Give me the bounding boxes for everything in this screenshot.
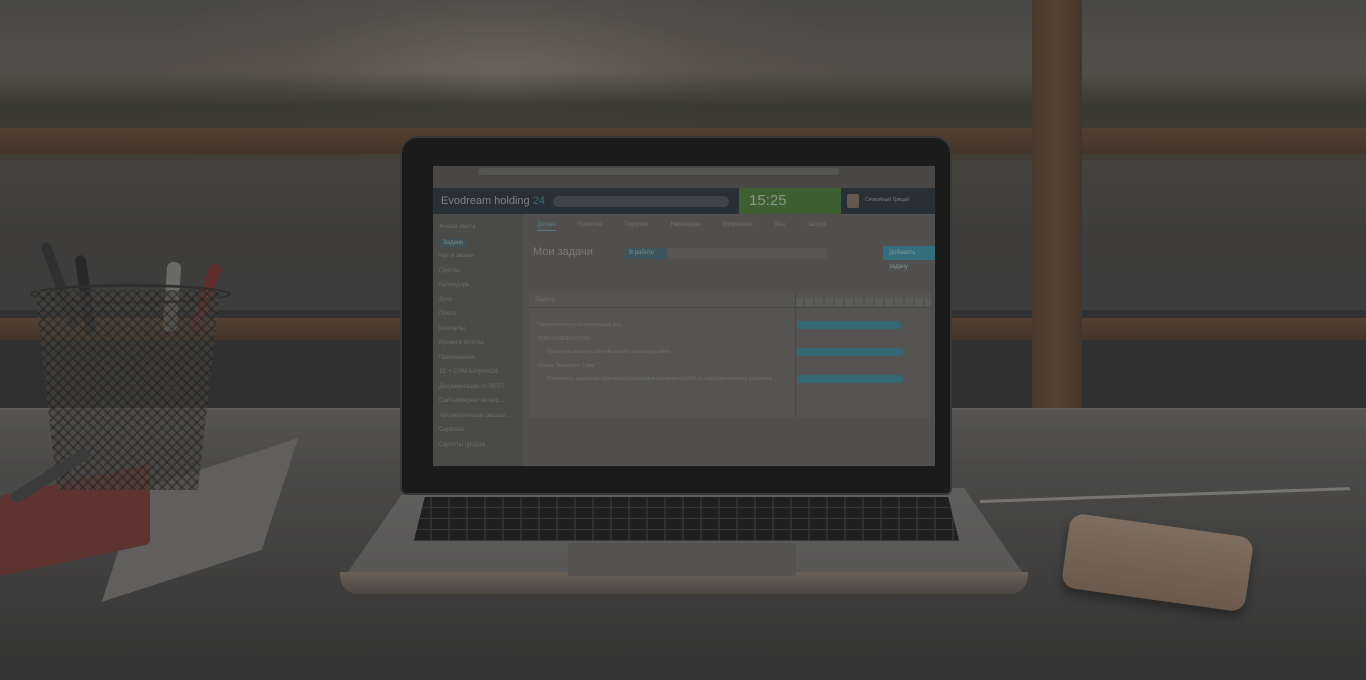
laptop-desk-photo: Evodream holding 24 15:25 Спокойный Гриц… bbox=[0, 0, 1366, 680]
dark-overlay bbox=[0, 0, 1366, 680]
